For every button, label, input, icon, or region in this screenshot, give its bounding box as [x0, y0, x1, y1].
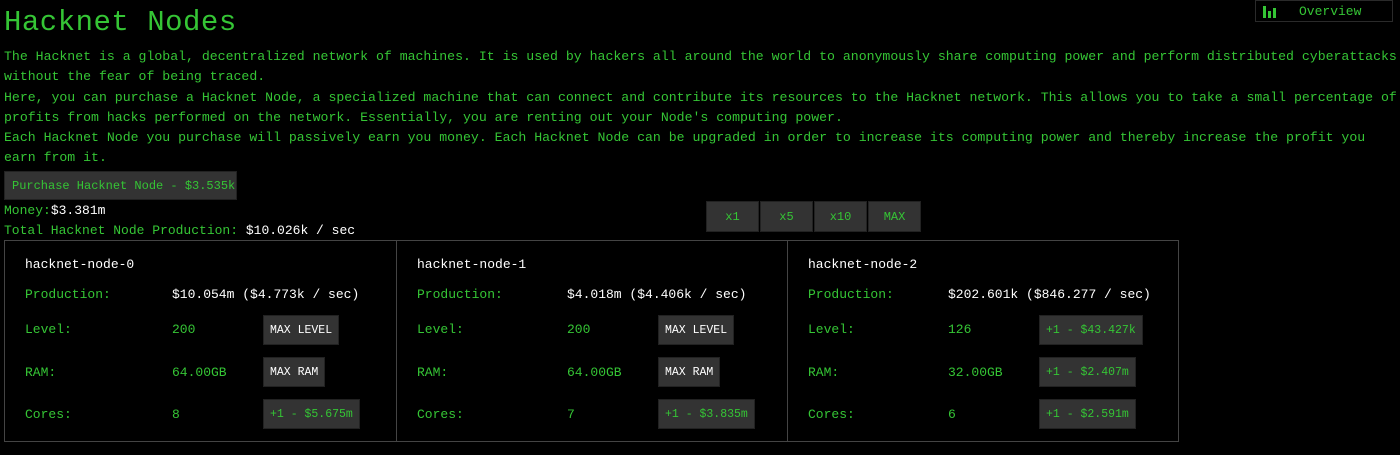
- node-ram: 64.00GB: [172, 365, 227, 380]
- production-label: Total Hacknet Node Production:: [4, 223, 246, 238]
- node-production: $10.054m ($4.773k / sec): [172, 287, 359, 302]
- node-name: hacknet-node-0: [25, 257, 135, 272]
- node-name: hacknet-node-2: [808, 257, 918, 272]
- level-row-label: Level:: [25, 322, 72, 337]
- node-cores: 6: [948, 407, 956, 422]
- upgrade-level-button[interactable]: MAX LEVEL: [658, 315, 735, 345]
- node-cores: 7: [567, 407, 575, 422]
- node-cores: 8: [172, 407, 180, 422]
- multiplier-x10-button[interactable]: x10: [814, 201, 867, 232]
- cores-row-label: Cores:: [417, 407, 464, 422]
- multiplier-x1-button[interactable]: x1: [706, 201, 759, 232]
- upgrade-cores-button[interactable]: +1 - $5.675m: [263, 399, 360, 429]
- node-level: 200: [567, 322, 591, 337]
- overview-label: Overview: [1299, 3, 1362, 19]
- multiplier-x5-button[interactable]: x5: [760, 201, 813, 232]
- cores-row-label: Cores:: [25, 407, 72, 422]
- page-title: Hacknet Nodes: [4, 6, 237, 39]
- node-production-rate: ($4.773k / sec): [242, 287, 360, 302]
- money-display: Money:$3.381m: [4, 203, 105, 218]
- cores-row-label: Cores:: [808, 407, 855, 422]
- node-production: $4.018m ($4.406k / sec): [567, 287, 746, 302]
- node-card: hacknet-node-0 Production: $10.054m ($4.…: [5, 241, 396, 441]
- production-row-label: Production:: [25, 287, 111, 302]
- node-card: hacknet-node-2 Production: $202.601k ($8…: [787, 241, 1178, 441]
- upgrade-ram-button[interactable]: MAX RAM: [658, 357, 721, 387]
- total-production: Total Hacknet Node Production: $10.026k …: [4, 223, 355, 238]
- node-ram: 64.00GB: [567, 365, 622, 380]
- node-ram: 32.00GB: [948, 365, 1003, 380]
- upgrade-cores-button[interactable]: +1 - $2.591m: [1039, 399, 1136, 429]
- node-list: hacknet-node-0 Production: $10.054m ($4.…: [4, 240, 1179, 442]
- money-value: $3.381m: [50, 203, 106, 218]
- node-production: $202.601k ($846.277 / sec): [948, 287, 1151, 302]
- production-value: $10.026k / sec: [245, 223, 356, 238]
- description-paragraph: Here, you can purchase a Hacknet Node, a…: [4, 89, 1397, 125]
- production-row-label: Production:: [417, 287, 503, 302]
- node-card: hacknet-node-1 Production: $4.018m ($4.4…: [396, 241, 787, 441]
- level-row-label: Level:: [417, 322, 464, 337]
- multiplier-max-button[interactable]: MAX: [868, 201, 921, 232]
- description: The Hacknet is a global, decentralized n…: [4, 47, 1399, 169]
- node-production-value: $202.601k: [948, 287, 1019, 302]
- production-row-label: Production:: [808, 287, 894, 302]
- upgrade-ram-button[interactable]: MAX RAM: [263, 357, 326, 387]
- upgrade-cores-button[interactable]: +1 - $3.835m: [658, 399, 755, 429]
- node-production-rate: ($4.406k / sec): [629, 287, 747, 302]
- node-level: 200: [172, 322, 196, 337]
- multiplier-group: x1 x5 x10 MAX: [706, 201, 921, 232]
- level-row-label: Level:: [808, 322, 855, 337]
- node-production-value: $10.054m: [172, 287, 235, 302]
- node-name: hacknet-node-1: [417, 257, 527, 272]
- upgrade-level-button[interactable]: MAX LEVEL: [263, 315, 340, 345]
- ram-row-label: RAM:: [808, 365, 840, 380]
- description-paragraph: Each Hacknet Node you purchase will pass…: [4, 130, 1366, 166]
- node-level: 126: [948, 322, 972, 337]
- description-paragraph: The Hacknet is a global, decentralized n…: [4, 49, 1397, 85]
- ram-row-label: RAM:: [417, 365, 449, 380]
- bar-chart-icon: [1263, 6, 1276, 18]
- node-production-rate: ($846.277 / sec): [1026, 287, 1151, 302]
- money-label: Money:: [4, 203, 51, 218]
- node-production-value: $4.018m: [567, 287, 622, 302]
- upgrade-level-button[interactable]: +1 - $43.427k: [1039, 315, 1143, 345]
- ram-row-label: RAM:: [25, 365, 57, 380]
- purchase-node-button[interactable]: Purchase Hacknet Node - $3.535k: [4, 171, 237, 200]
- upgrade-ram-button[interactable]: +1 - $2.407m: [1039, 357, 1136, 387]
- overview-button[interactable]: Overview: [1255, 0, 1393, 22]
